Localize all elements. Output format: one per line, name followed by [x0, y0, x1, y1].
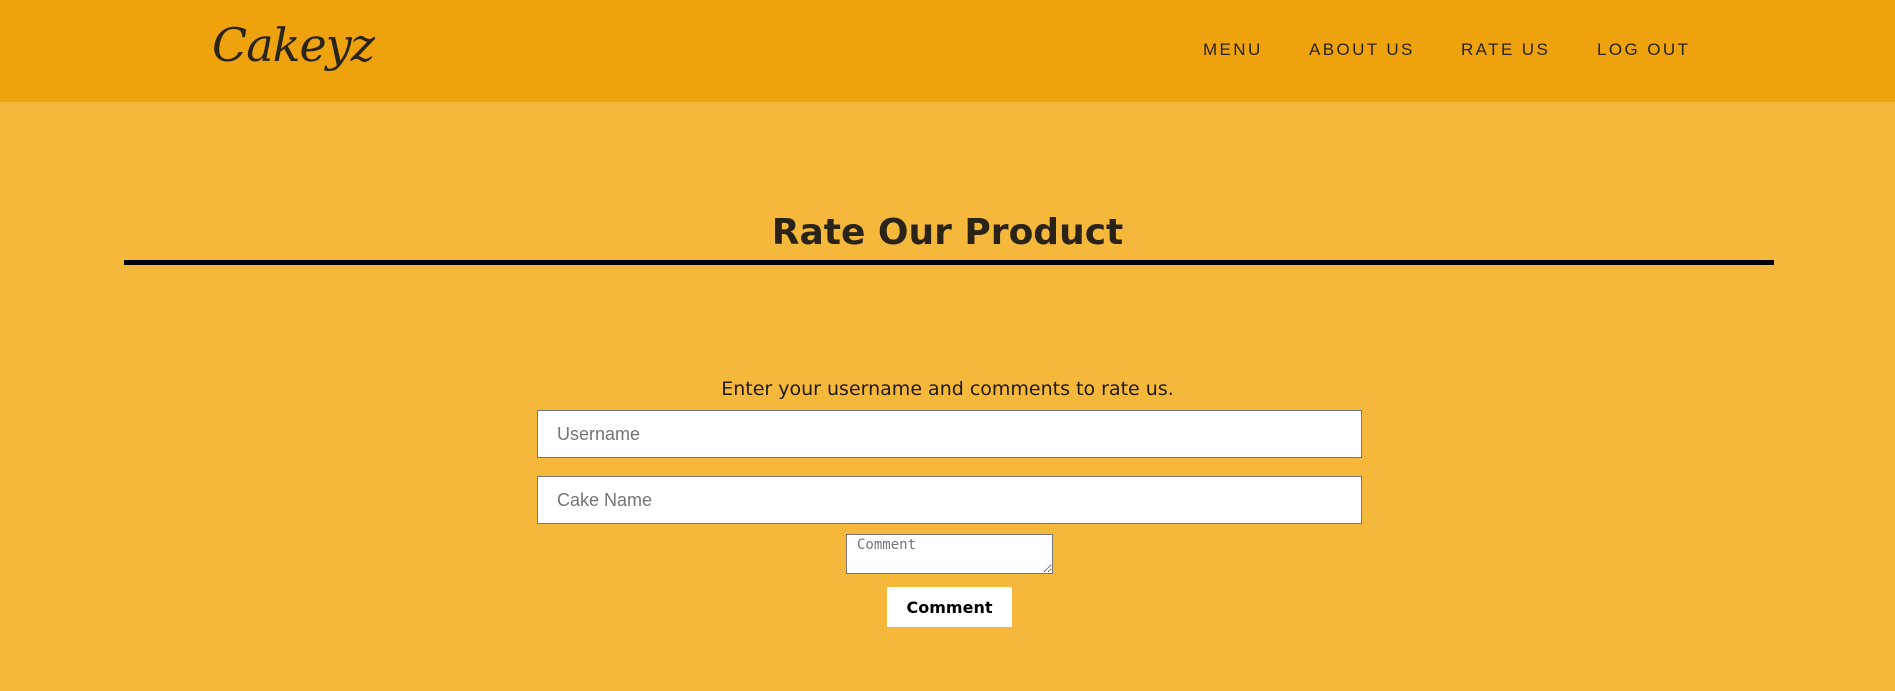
nav-menu[interactable]: MENU — [1203, 40, 1263, 60]
title-divider — [124, 260, 1774, 265]
page-title: Rate Our Product — [771, 212, 1124, 253]
nav-rate-us[interactable]: RATE US — [1461, 40, 1550, 60]
site-header: Cakeyz MENU ABOUT US RATE US LOG OUT — [0, 0, 1895, 102]
comment-textarea[interactable] — [846, 534, 1053, 574]
comment-submit-button[interactable]: Comment — [887, 587, 1012, 627]
nav-about-us[interactable]: ABOUT US — [1309, 40, 1415, 60]
cake-name-input[interactable] — [537, 476, 1362, 524]
username-input[interactable] — [537, 410, 1362, 458]
form-instructions: Enter your username and comments to rate… — [721, 378, 1174, 400]
nav-log-out[interactable]: LOG OUT — [1597, 40, 1690, 60]
logo[interactable]: Cakeyz — [212, 18, 375, 72]
